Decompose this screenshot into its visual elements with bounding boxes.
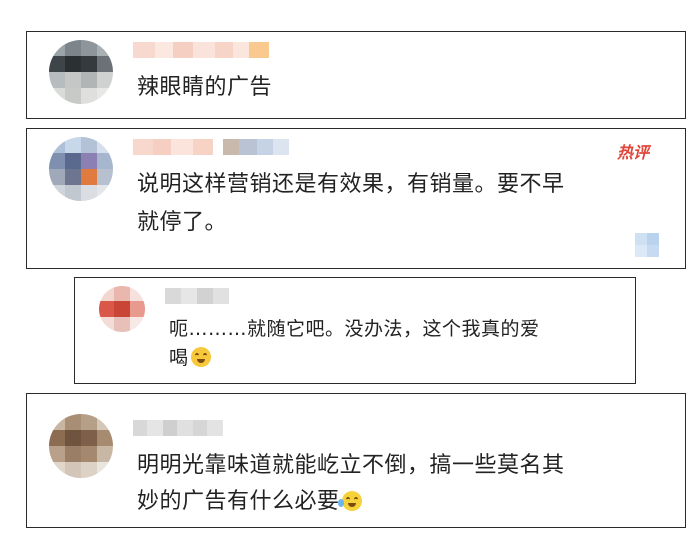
username[interactable] bbox=[165, 288, 229, 304]
avatar[interactable] bbox=[49, 137, 113, 201]
comment-text: 辣眼睛的广告 bbox=[137, 75, 273, 100]
avatar[interactable] bbox=[99, 286, 145, 332]
comment-text-line-1: 说明这样营销还是有效果，有销量。要不早 bbox=[137, 172, 565, 197]
comment-text-line-2-label: 喝 bbox=[169, 347, 189, 369]
corner-blur bbox=[635, 233, 659, 257]
comment-text-line-2: 就停了。 bbox=[137, 210, 228, 235]
avatar[interactable] bbox=[49, 414, 113, 478]
comment-text-line-1: 明明光靠味道就能屹立不倒，搞一些莫名其 bbox=[137, 453, 565, 478]
comment-card-4: 明明光靠味道就能屹立不倒，搞一些莫名其 妙的广告有什么必要 bbox=[26, 393, 686, 528]
avatar[interactable] bbox=[49, 40, 113, 104]
smiling-emoji-icon bbox=[190, 347, 211, 367]
comment-text-line-2: 喝 bbox=[169, 345, 211, 373]
comment-text-line-1: 呃………就随它吧。没办法，这个我真的爱 bbox=[169, 318, 540, 340]
comment-card-1: 辣眼睛的广告 bbox=[26, 31, 686, 119]
username[interactable] bbox=[133, 139, 289, 155]
laughing-crying-emoji-icon bbox=[337, 491, 362, 511]
username[interactable] bbox=[133, 420, 223, 436]
comment-text-line-2: 妙的广告有什么必要 bbox=[137, 486, 362, 518]
hot-comment-tag: 热评 bbox=[617, 143, 650, 162]
comment-text-line-2-label: 妙的广告有什么必要 bbox=[137, 489, 340, 514]
comment-card-3: 呃………就随它吧。没办法，这个我真的爱 喝 bbox=[74, 277, 636, 384]
comment-card-2: 热评 说明这样营销还是有效果，有销量。要不早 就停了。 bbox=[26, 128, 686, 269]
username[interactable] bbox=[133, 42, 269, 58]
